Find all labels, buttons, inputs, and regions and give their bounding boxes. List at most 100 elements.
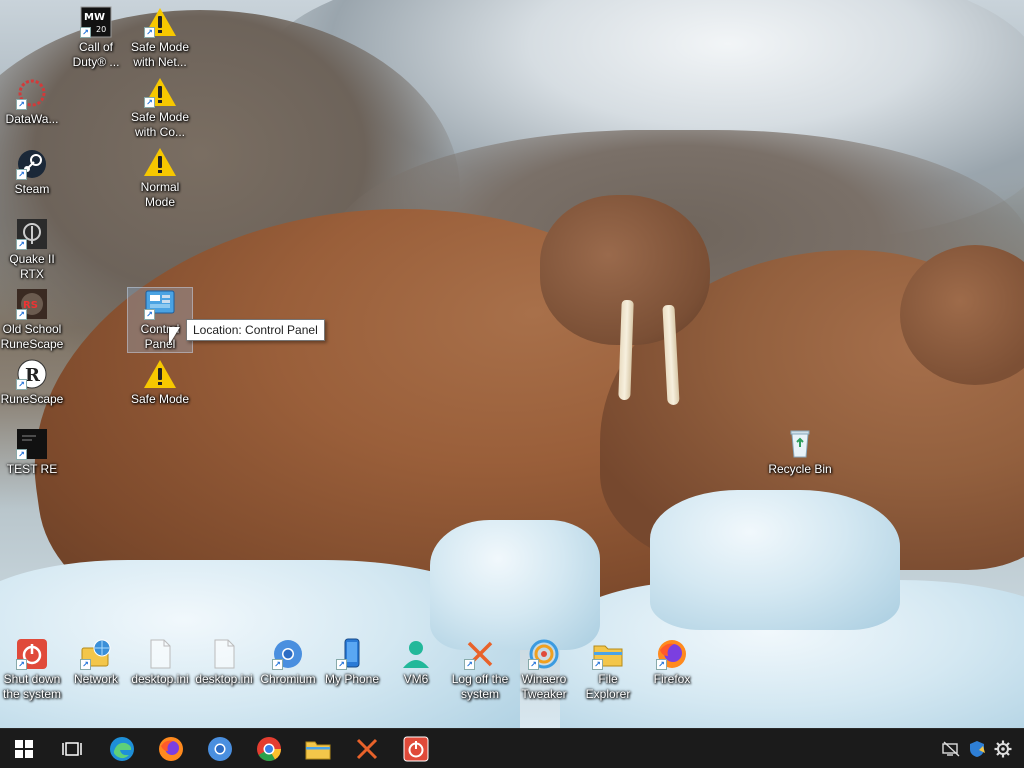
call-of-duty-icon: MW 20 ↗ <box>80 6 112 38</box>
chromium-button[interactable] <box>196 729 244 768</box>
desktop-icon-label: VM6 <box>403 672 429 686</box>
desktop-icon-steam[interactable]: ↗ Steam <box>0 148 64 197</box>
task-view-icon <box>62 742 82 756</box>
desktop-icon-label: My Phone <box>324 672 380 686</box>
desktop-icon-safe-mode-command[interactable]: ↗ Safe Mode with Co... <box>128 76 192 140</box>
desktop-icon-label: Steam <box>14 182 50 196</box>
start-button[interactable] <box>0 729 48 768</box>
settings-tray[interactable] <box>990 729 1016 768</box>
control-panel-icon: ↗ <box>144 288 176 320</box>
shutdown-icon: ↗ <box>16 638 48 670</box>
desktop-icon-network[interactable]: ↗ Network <box>64 638 128 687</box>
desktop-icon-vm6[interactable]: VM6 <box>384 638 448 687</box>
desktop-icon-quake-ii-rtx[interactable]: ↗ Quake II RTX <box>0 218 64 282</box>
desktop-icon-desktop-ini-2[interactable]: desktop.ini <box>192 638 256 687</box>
warning-icon <box>144 358 176 390</box>
edge-icon <box>110 737 134 761</box>
firefox-icon <box>159 737 183 761</box>
desktop-icon-label: DataWa... <box>5 112 59 126</box>
desktop-icon-label: desktop.ini <box>131 672 189 686</box>
ini-file-icon <box>144 638 176 670</box>
desktop-icon-label: Firefox <box>653 672 691 686</box>
chrome-button[interactable] <box>245 729 293 768</box>
chrome-icon <box>257 737 281 762</box>
log-off-icon <box>356 738 378 760</box>
old-school-runescape-icon: RS ↗ <box>16 288 48 320</box>
desktop-icon-label: TEST RE <box>6 462 58 476</box>
runescape-icon: R ↗ <box>16 358 48 390</box>
desktop-icon-shutdown[interactable]: ↗ Shut down the system <box>0 638 64 702</box>
network-icon: ↗ <box>80 638 112 670</box>
desktop-icon-label: Quake II RTX <box>9 252 55 281</box>
winaero-tweaker-icon: ↗ <box>528 638 560 670</box>
desktop-icon-label: Old School RuneScape <box>0 322 64 351</box>
datawave-icon: ↗ <box>16 78 48 110</box>
shutdown-button[interactable] <box>392 729 440 768</box>
desktop-icon-label: Normal Mode <box>140 180 180 209</box>
ini-file-icon <box>208 638 240 670</box>
firefox-button[interactable] <box>147 729 195 768</box>
log-off-button[interactable] <box>343 729 391 768</box>
desktop-icon-label: desktop.ini <box>195 672 253 686</box>
desktop-icon-label: Recycle Bin <box>768 462 832 476</box>
desktop-icon-my-phone[interactable]: ↗ My Phone <box>320 638 384 687</box>
desktop-icon-label: Control Panel <box>140 322 180 351</box>
network-tray[interactable] <box>938 729 964 768</box>
desktop-icon-label: Safe Mode with Net... <box>130 40 190 69</box>
recycle-bin-icon <box>784 428 816 460</box>
warning-icon <box>144 146 176 178</box>
desktop-icon-log-off[interactable]: ↗ Log off the system <box>448 638 512 702</box>
windows-logo-icon <box>15 740 33 758</box>
user-icon <box>400 638 432 670</box>
desktop-icon-call-of-duty[interactable]: MW 20 ↗ Call of Duty® ... <box>64 6 128 70</box>
desktop-icon-normal-mode[interactable]: Normal Mode <box>128 146 192 210</box>
desktop-icon-label: Safe Mode <box>130 392 190 406</box>
file-explorer-icon: ↗ <box>592 638 624 670</box>
chromium-icon: ↗ <box>272 638 304 670</box>
desktop-icon-datawave[interactable]: ↗ DataWa... <box>0 78 64 127</box>
desktop-icon-recycle-bin[interactable]: Recycle Bin <box>766 428 834 477</box>
desktop-icon-label: Call of Duty® ... <box>72 40 120 69</box>
desktop-icon-runescape[interactable]: R ↗ RuneScape <box>0 358 64 407</box>
desktop-icon-firefox[interactable]: ↗ Firefox <box>640 638 704 687</box>
phone-icon: ↗ <box>336 638 368 670</box>
svg-text:20: 20 <box>96 25 106 34</box>
windows-security-icon <box>970 741 985 757</box>
steam-icon: ↗ <box>16 148 48 180</box>
security-tray[interactable] <box>964 729 990 768</box>
desktop-icon-label: Safe Mode with Co... <box>130 110 190 139</box>
log-off-icon: ↗ <box>464 638 496 670</box>
desktop-icon-label: Chromium <box>260 672 316 686</box>
warning-icon: ↗ <box>144 6 176 38</box>
task-view-button[interactable] <box>48 729 96 768</box>
desktop-icon-label: RuneScape <box>0 392 64 406</box>
desktop-icon-label: Log off the system <box>451 672 509 701</box>
quake-icon: ↗ <box>16 218 48 250</box>
desktop-icon-desktop-ini-1[interactable]: desktop.ini <box>128 638 192 687</box>
warning-icon: ↗ <box>144 76 176 108</box>
desktop-icon-label: Shut down the system <box>2 672 62 701</box>
desktop-icon-label: File Explorer <box>585 672 631 701</box>
mouse-cursor <box>169 327 180 345</box>
folder-icon <box>305 741 331 760</box>
desktop-icon-old-school-runescape[interactable]: RS ↗ Old School RuneScape <box>0 288 64 352</box>
shutdown-icon <box>403 736 429 762</box>
edge-button[interactable] <box>98 729 146 768</box>
test-re-icon: ↗ <box>16 428 48 460</box>
firefox-icon: ↗ <box>656 638 688 670</box>
desktop-icon-winaero-tweaker[interactable]: ↗ Winaero Tweaker <box>512 638 576 702</box>
svg-text:R: R <box>25 365 41 386</box>
desktop-icon-safe-mode[interactable]: Safe Mode <box>128 358 192 407</box>
desktop-icon-label: Winaero Tweaker <box>521 672 567 701</box>
desktop-icon-control-panel[interactable]: ↗ Control Panel <box>127 287 193 353</box>
desktop-icon-safe-mode-networking[interactable]: ↗ Safe Mode with Net... <box>128 6 192 70</box>
network-disconnected-icon <box>942 741 960 757</box>
chromium-icon <box>208 737 232 761</box>
tooltip: Location: Control Panel <box>186 319 325 341</box>
gear-icon <box>994 740 1012 758</box>
desktop-icon-test-re[interactable]: ↗ TEST RE <box>0 428 64 477</box>
svg-text:MW: MW <box>84 12 105 23</box>
desktop-icon-file-explorer[interactable]: ↗ File Explorer <box>576 638 640 702</box>
desktop-icon-chromium[interactable]: ↗ Chromium <box>256 638 320 687</box>
file-explorer-button[interactable] <box>294 729 342 768</box>
